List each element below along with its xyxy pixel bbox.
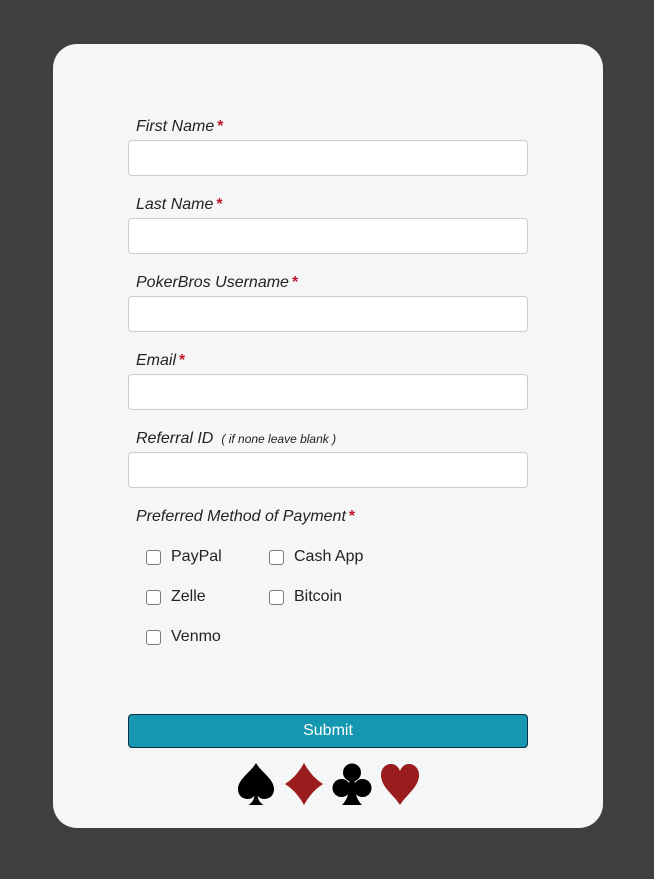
email-label-text: Email (136, 352, 177, 369)
first-name-label: First Name * (136, 118, 223, 136)
paypal-checkbox[interactable] (146, 549, 161, 565)
email-label: Email * (136, 352, 185, 370)
cash-app-checkbox[interactable] (269, 549, 284, 565)
payment-method-label: Preferred Method of Payment * (136, 508, 355, 526)
zelle-checkbox[interactable] (146, 589, 161, 605)
form-card: First Name * Last Name * PokerBros Usernam… (53, 44, 603, 828)
username-label: PokerBros Username * (136, 274, 298, 292)
club-icon (332, 763, 372, 805)
last-name-label-text: Last Name (136, 196, 214, 213)
payment-option-paypal[interactable]: PayPal (146, 548, 222, 566)
payment-option-cash-app[interactable]: Cash App (269, 548, 363, 566)
first-name-input[interactable] (128, 140, 528, 176)
card-suits (128, 760, 528, 808)
venmo-checkbox[interactable] (146, 629, 161, 645)
referral-id-label: Referral ID ( if none leave blank ) (136, 430, 336, 448)
bitcoin-option-label: Bitcoin (294, 588, 343, 605)
payment-method-label-text: Preferred Method of Payment (136, 508, 346, 525)
payment-option-zelle[interactable]: Zelle (146, 588, 206, 606)
referral-id-label-text: Referral ID (136, 430, 214, 447)
required-marker: * (216, 196, 223, 213)
spade-icon (238, 763, 274, 805)
email-input[interactable] (128, 374, 528, 410)
last-name-label: Last Name * (136, 196, 223, 214)
referral-id-input[interactable] (128, 452, 528, 488)
bitcoin-checkbox[interactable] (269, 589, 284, 605)
first-name-label-text: First Name (136, 118, 215, 135)
venmo-option-label: Venmo (171, 628, 221, 645)
heart-icon (381, 764, 419, 805)
diamond-icon (285, 763, 323, 805)
payment-option-venmo[interactable]: Venmo (146, 628, 221, 646)
username-label-text: PokerBros Username (136, 274, 289, 291)
required-marker: * (217, 118, 224, 135)
last-name-input[interactable] (128, 218, 528, 254)
submit-button[interactable]: Submit (128, 714, 528, 748)
required-marker: * (291, 274, 299, 291)
zelle-option-label: Zelle (171, 588, 206, 605)
payment-option-bitcoin[interactable]: Bitcoin (269, 588, 342, 606)
paypal-option-label: PayPal (171, 548, 222, 565)
username-input[interactable] (128, 296, 528, 332)
referral-id-hint: ( if none leave blank ) (221, 432, 337, 446)
required-marker: * (179, 352, 186, 369)
cash-app-option-label: Cash App (294, 548, 364, 565)
required-marker: * (348, 508, 356, 525)
